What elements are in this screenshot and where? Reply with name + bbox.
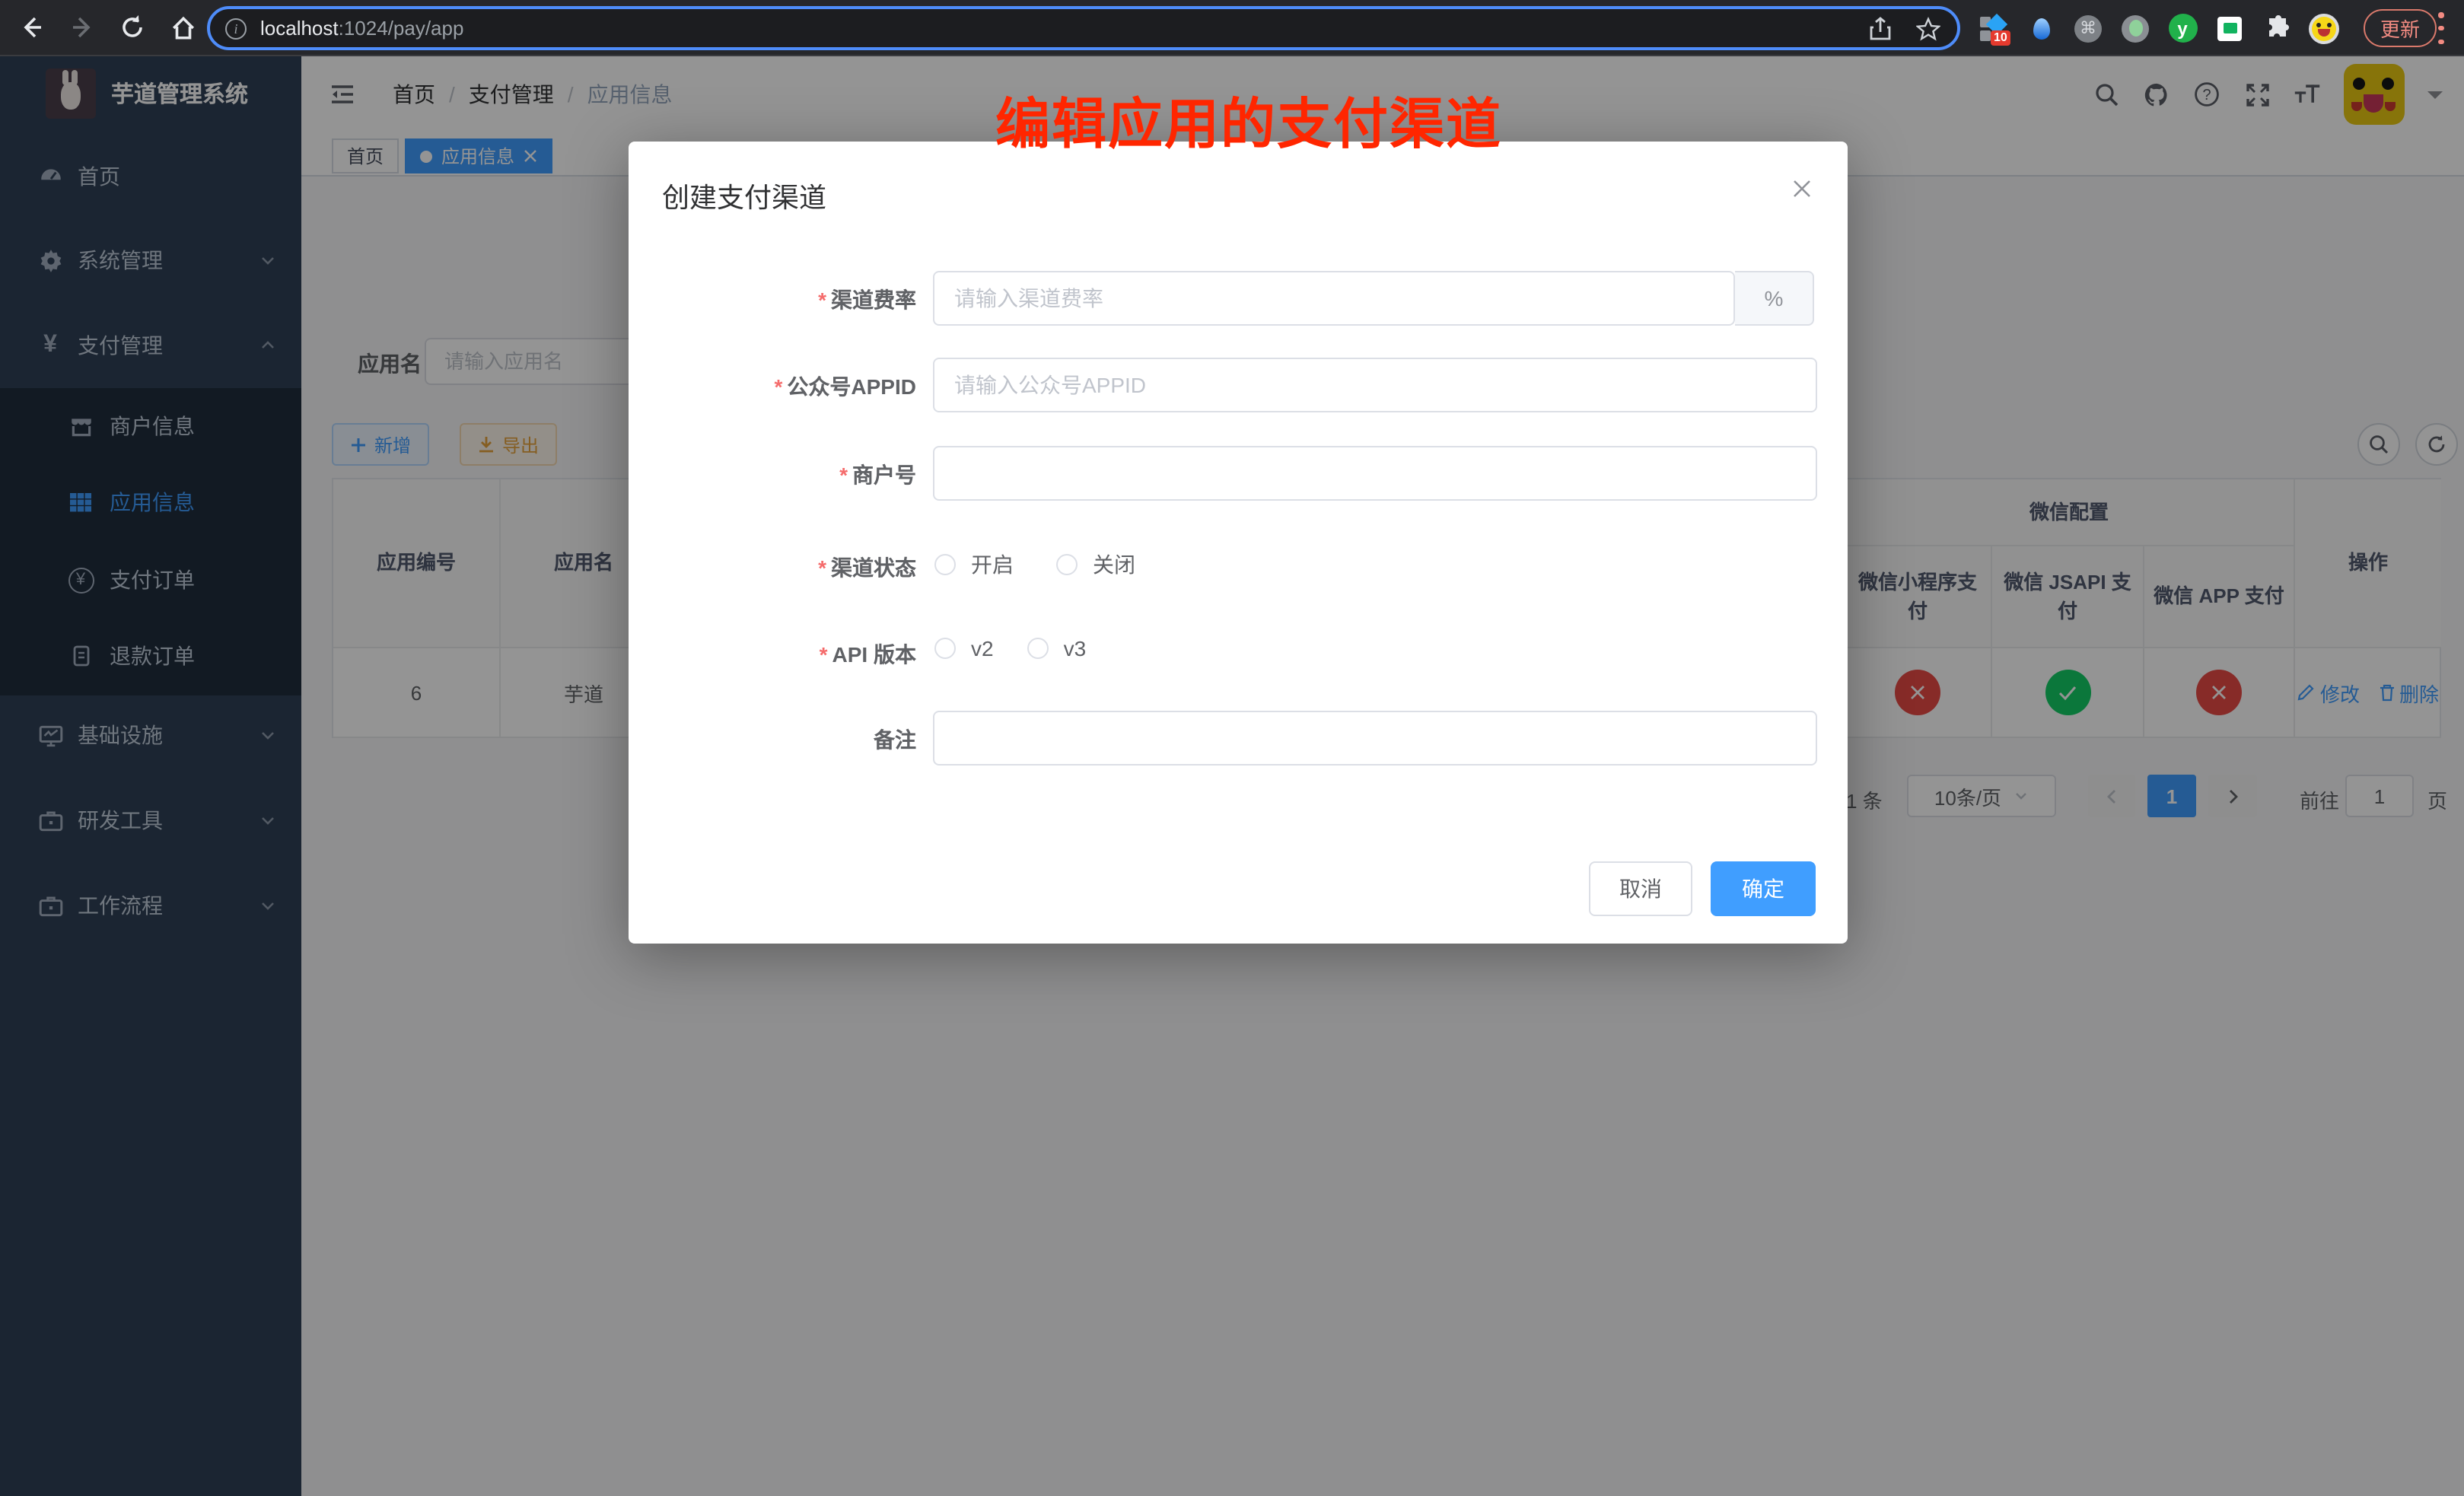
radio-label-v2[interactable]: v2 <box>971 636 994 660</box>
site-info-icon[interactable]: i <box>225 18 247 39</box>
home-icon[interactable] <box>163 8 202 47</box>
required-asterisk: * <box>775 374 783 399</box>
url-host: localhost <box>260 17 339 40</box>
field-label-appid: *公众号APPID <box>635 371 916 402</box>
browser-toolbar: i localhost:1024/pay/app 10 ⌘ y <box>0 0 2464 56</box>
required-asterisk: * <box>818 555 826 580</box>
required-asterisk: * <box>820 642 828 667</box>
channel-rate-input[interactable] <box>933 271 1735 326</box>
cancel-button[interactable]: 取消 <box>1589 861 1692 916</box>
channel-status-radio-group: 开启 关闭 <box>934 549 1135 580</box>
back-icon[interactable] <box>12 8 52 47</box>
browser-update-button[interactable]: 更新 <box>2364 9 2437 47</box>
merchant-no-input[interactable] <box>933 446 1817 501</box>
remark-input[interactable] <box>933 711 1817 766</box>
screen: i localhost:1024/pay/app 10 ⌘ y <box>0 0 2464 1496</box>
required-asterisk: * <box>839 463 848 487</box>
radio-closed[interactable] <box>1056 554 1078 575</box>
appid-input[interactable] <box>933 358 1817 412</box>
page: 芋道管理系统 首页 系统管理 ¥ 支付管理 <box>0 56 2464 1496</box>
recorder-extension-icon[interactable] <box>2120 13 2150 43</box>
command-extension-icon[interactable]: ⌘ <box>2073 13 2103 43</box>
chat-extension-icon[interactable] <box>2214 13 2245 43</box>
field-label-channel-status: *渠道状态 <box>635 552 916 583</box>
puzzle-extensions-icon[interactable] <box>2262 13 2292 43</box>
url-path: :1024/pay/app <box>339 17 464 40</box>
bookmark-star-icon[interactable] <box>1915 14 1942 42</box>
extension-badge: 10 <box>1991 30 2010 45</box>
reload-icon[interactable] <box>113 8 152 47</box>
radio-open[interactable] <box>934 554 956 575</box>
radio-label-v3[interactable]: v3 <box>1064 636 1087 660</box>
browser-menu-icon[interactable] <box>2438 12 2444 44</box>
field-label-remark: 备注 <box>635 724 916 755</box>
url-text[interactable]: localhost:1024/pay/app <box>260 17 463 40</box>
balloon-extension-icon[interactable] <box>2026 13 2056 43</box>
required-asterisk: * <box>818 288 826 312</box>
dialog-title: 创建支付渠道 <box>662 177 826 216</box>
profile-avatar-icon[interactable] <box>2309 13 2339 43</box>
field-label-channel-rate: *渠道费率 <box>635 285 916 315</box>
address-bar[interactable]: i localhost:1024/pay/app <box>207 6 1960 50</box>
share-icon[interactable] <box>1866 14 1893 42</box>
annotation-text: 编辑应用的支付渠道 <box>995 81 1502 160</box>
field-label-merchant-no: *商户号 <box>635 460 916 490</box>
create-payment-channel-dialog: 创建支付渠道 *渠道费率 % *公众号APPID *商户号 *渠道状态 开启 关… <box>629 142 1848 944</box>
dialog-close-icon[interactable] <box>1788 175 1816 202</box>
extension-icon[interactable]: 10 <box>1979 13 2009 43</box>
radio-label-open[interactable]: 开启 <box>971 549 1014 580</box>
radio-v3[interactable] <box>1027 638 1049 659</box>
radio-v2[interactable] <box>934 638 956 659</box>
extensions-area: 10 ⌘ y <box>1979 0 2339 56</box>
field-label-api-version: *API 版本 <box>635 639 916 670</box>
forward-icon[interactable] <box>62 8 102 47</box>
rate-suffix: % <box>1735 271 1814 326</box>
confirm-button[interactable]: 确定 <box>1711 861 1816 916</box>
api-version-radio-group: v2 v3 <box>934 636 1086 660</box>
y-extension-icon[interactable]: y <box>2167 13 2198 43</box>
radio-label-closed[interactable]: 关闭 <box>1093 549 1135 580</box>
